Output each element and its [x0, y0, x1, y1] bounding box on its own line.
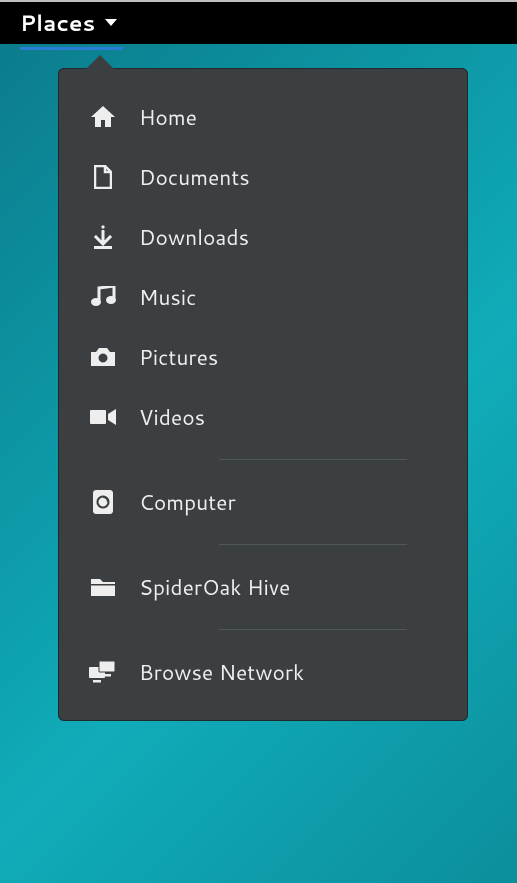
- folder-icon: [89, 577, 117, 597]
- menu-item-computer[interactable]: Computer: [59, 472, 467, 532]
- menu-item-label: Videos: [139, 402, 205, 432]
- menu-item-downloads[interactable]: Downloads: [59, 207, 467, 267]
- menu-item-spideroak-hive[interactable]: SpiderOak Hive: [59, 557, 467, 617]
- menu-item-browse-network[interactable]: Browse Network: [59, 642, 467, 702]
- camera-icon: [89, 347, 117, 367]
- menu-item-documents[interactable]: Documents: [59, 147, 467, 207]
- menu-item-label: SpiderOak Hive: [139, 572, 290, 602]
- menu-item-music[interactable]: Music: [59, 267, 467, 327]
- music-icon: [89, 286, 117, 308]
- menu-item-label: Pictures: [139, 342, 218, 372]
- menu-item-label: Downloads: [139, 222, 249, 252]
- network-icon: [89, 661, 117, 683]
- download-icon: [89, 225, 117, 249]
- menu-separator: [219, 544, 407, 545]
- home-icon: [89, 106, 117, 128]
- menu-separator: [219, 459, 407, 460]
- menu-item-label: Music: [139, 282, 196, 312]
- menu-item-videos[interactable]: Videos: [59, 387, 467, 447]
- active-indicator: [20, 47, 123, 50]
- chevron-down-icon: [103, 18, 119, 28]
- top-bar: Places: [0, 2, 517, 44]
- menu-item-pictures[interactable]: Pictures: [59, 327, 467, 387]
- menu-item-label: Computer: [139, 487, 236, 517]
- document-icon: [89, 165, 117, 189]
- places-menu-button[interactable]: Places: [20, 8, 119, 39]
- menu-item-label: Home: [139, 102, 197, 132]
- menu-item-label: Documents: [139, 162, 250, 192]
- places-menu: Home Documents Downloads Music: [58, 68, 468, 721]
- places-label: Places: [20, 8, 95, 39]
- menu-item-home[interactable]: Home: [59, 87, 467, 147]
- computer-icon: [89, 489, 117, 515]
- video-icon: [89, 409, 117, 425]
- menu-item-label: Browse Network: [139, 657, 304, 687]
- menu-separator: [219, 629, 407, 630]
